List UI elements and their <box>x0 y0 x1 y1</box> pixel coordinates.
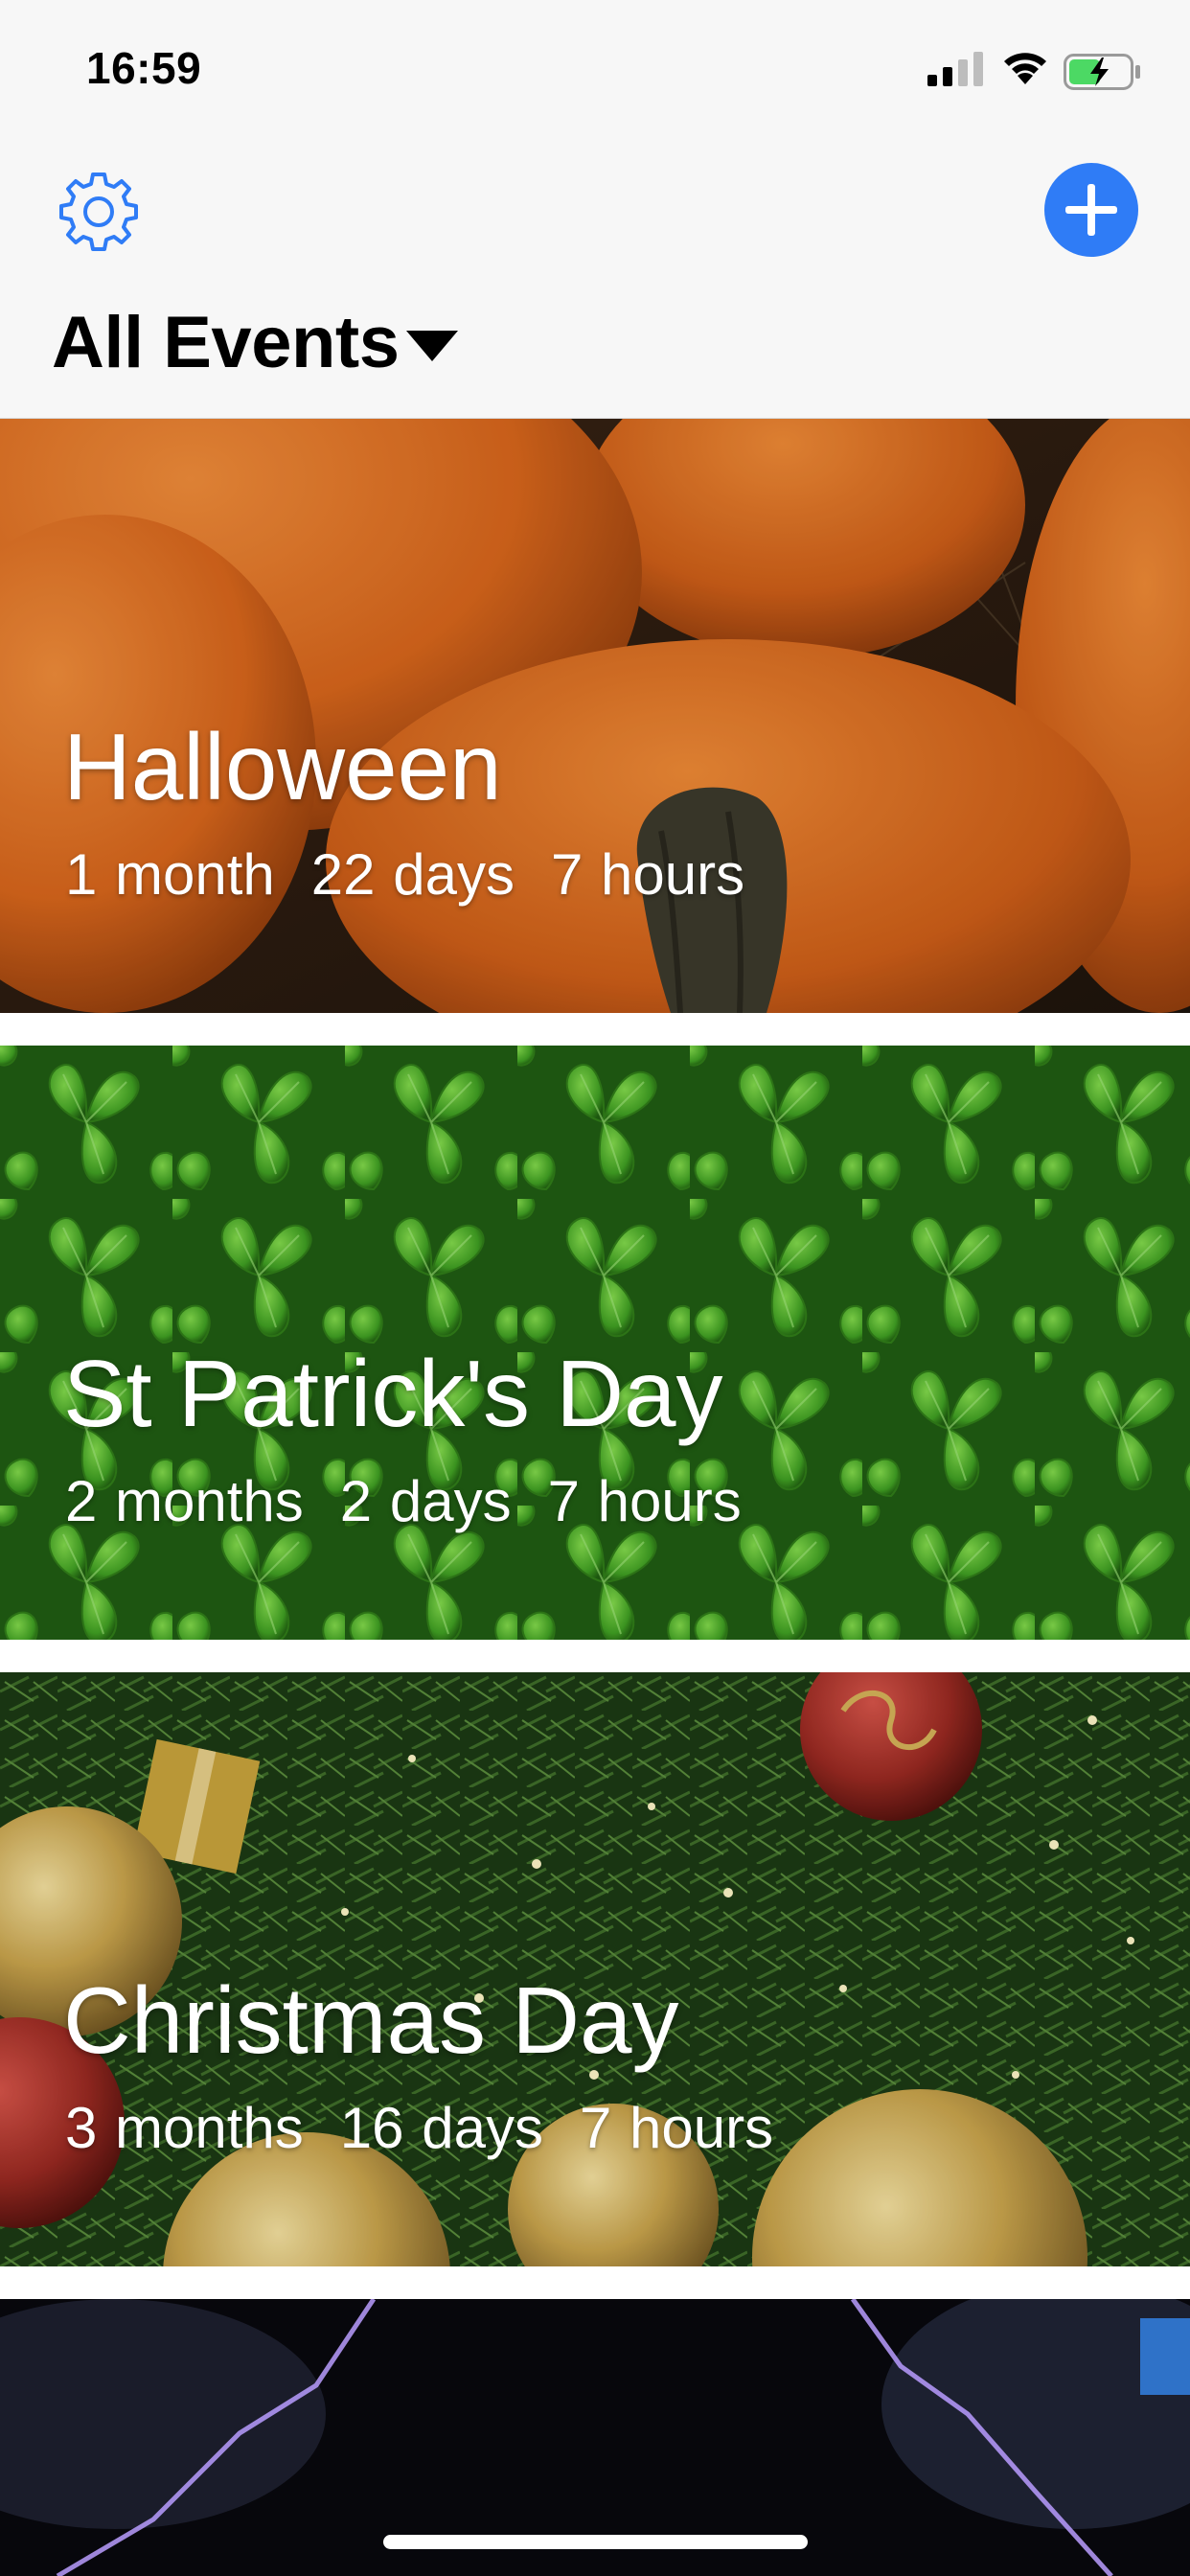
countdown-days: 2 days <box>339 1469 512 1533</box>
event-card-st-patricks-day[interactable]: St Patrick's Day 2 months 2 days 7 hours <box>0 1046 1190 1640</box>
status-time: 16:59 <box>86 43 202 93</box>
app-screen: 16:59 All Events Halloween 1 month 22 da… <box>0 0 1190 2576</box>
battery-charging-icon <box>1064 54 1140 90</box>
event-card-halloween[interactable]: Halloween 1 month 22 days 7 hours <box>0 419 1190 1013</box>
event-title: Halloween <box>63 714 502 819</box>
countdown-months: 3 months <box>65 2096 304 2160</box>
event-filter-dropdown[interactable]: All Events <box>52 301 459 384</box>
event-countdown: 3 months 16 days 7 hours <box>65 2095 810 2161</box>
filter-label: All Events <box>52 302 400 383</box>
event-card-christmas-day[interactable]: Christmas Day 3 months 16 days 7 hours <box>0 1672 1190 2266</box>
countdown-months: 1 month <box>65 842 275 907</box>
event-title: St Patrick's Day <box>63 1341 723 1446</box>
wifi-icon <box>1004 53 1046 84</box>
event-countdown: 2 months 2 days 7 hours <box>65 1468 778 1534</box>
countdown-months: 2 months <box>65 1469 304 1533</box>
add-event-button[interactable] <box>1044 163 1138 257</box>
navigation-bar: All Events <box>0 144 1190 419</box>
plus-icon <box>1065 184 1117 236</box>
countdown-hours: 7 hours <box>550 842 745 907</box>
status-bar: 16:59 <box>0 0 1190 144</box>
countdown-hours: 7 hours <box>547 1469 742 1533</box>
countdown-hours: 7 hours <box>579 2096 774 2160</box>
triangle-down-icon <box>406 330 459 361</box>
cellular-signal-icon <box>927 52 983 86</box>
gear-icon <box>59 172 138 251</box>
home-indicator <box>383 2535 808 2549</box>
settings-button[interactable] <box>56 169 142 255</box>
event-countdown: 1 month 22 days 7 hours <box>65 841 781 908</box>
countdown-days: 16 days <box>339 2096 543 2160</box>
event-title: Christmas Day <box>63 1967 679 2073</box>
countdown-days: 22 days <box>310 842 515 907</box>
